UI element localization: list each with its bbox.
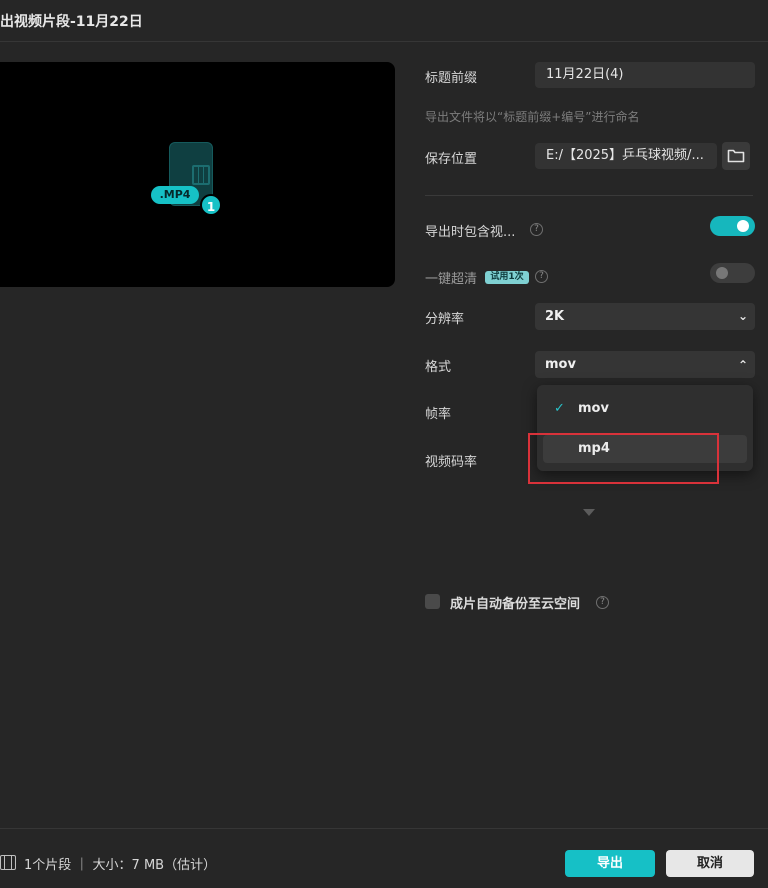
film-strip-icon [0,855,16,870]
format-badge: .MP4 [151,186,199,204]
export-summary: 1个片段 ｜ 大小：7 MB（估计） [24,858,217,873]
bitrate-label: 视频码率 [425,455,478,470]
include-video-toggle[interactable] [710,216,755,236]
chevron-down-icon: ⌄ [737,309,748,323]
format-label: 格式 [425,360,452,375]
resolution-value: 2K [545,309,565,324]
help-icon[interactable]: ? [596,596,609,609]
export-button[interactable]: 导出 [565,850,655,877]
help-icon[interactable]: ? [535,270,548,283]
super-resolution-toggle[interactable] [710,263,755,283]
help-icon[interactable]: ? [530,223,543,236]
highlight-annotation [528,433,719,484]
scroll-down-icon[interactable] [583,509,595,516]
format-value: mov [545,357,576,372]
save-location-label: 保存位置 [425,152,478,167]
resolution-label: 分辨率 [425,312,465,327]
chevron-up-icon: ⌃ [737,358,748,372]
include-video-label: 导出时包含视... [425,225,516,240]
dialog-title: 出视频片段-11月22日 [0,14,143,30]
save-location-field[interactable]: E:/【2025】乒乓球视频/... [535,143,717,169]
folder-icon [727,149,745,163]
resolution-select[interactable]: 2K ⌄ [535,303,755,330]
title-bar: 出视频片段-11月22日 [0,0,768,42]
super-resolution-label: 一键超清 [425,272,478,287]
checkmark-icon: ✓ [554,401,565,416]
clip-count-badge: 1 [200,194,222,216]
format-select[interactable]: mov ⌃ [535,351,755,378]
framerate-label: 帧率 [425,407,452,422]
film-strip-icon [192,165,210,185]
trial-badge: 试用1次 [485,271,529,284]
cloud-backup-label: 成片自动备份至云空间 [450,597,581,612]
cancel-button[interactable]: 取消 [666,850,754,877]
title-prefix-label: 标题前缀 [425,71,478,86]
format-option-mov[interactable]: ✓ mov [543,395,747,423]
cloud-backup-checkbox[interactable] [425,594,440,609]
section-divider [425,195,753,196]
naming-hint: 导出文件将以“标题前缀+编号”进行命名 [425,110,640,124]
browse-folder-button[interactable] [722,142,750,170]
title-prefix-input[interactable]: 11月22日(4) [535,62,755,88]
video-preview: .MP4 1 [0,62,395,287]
